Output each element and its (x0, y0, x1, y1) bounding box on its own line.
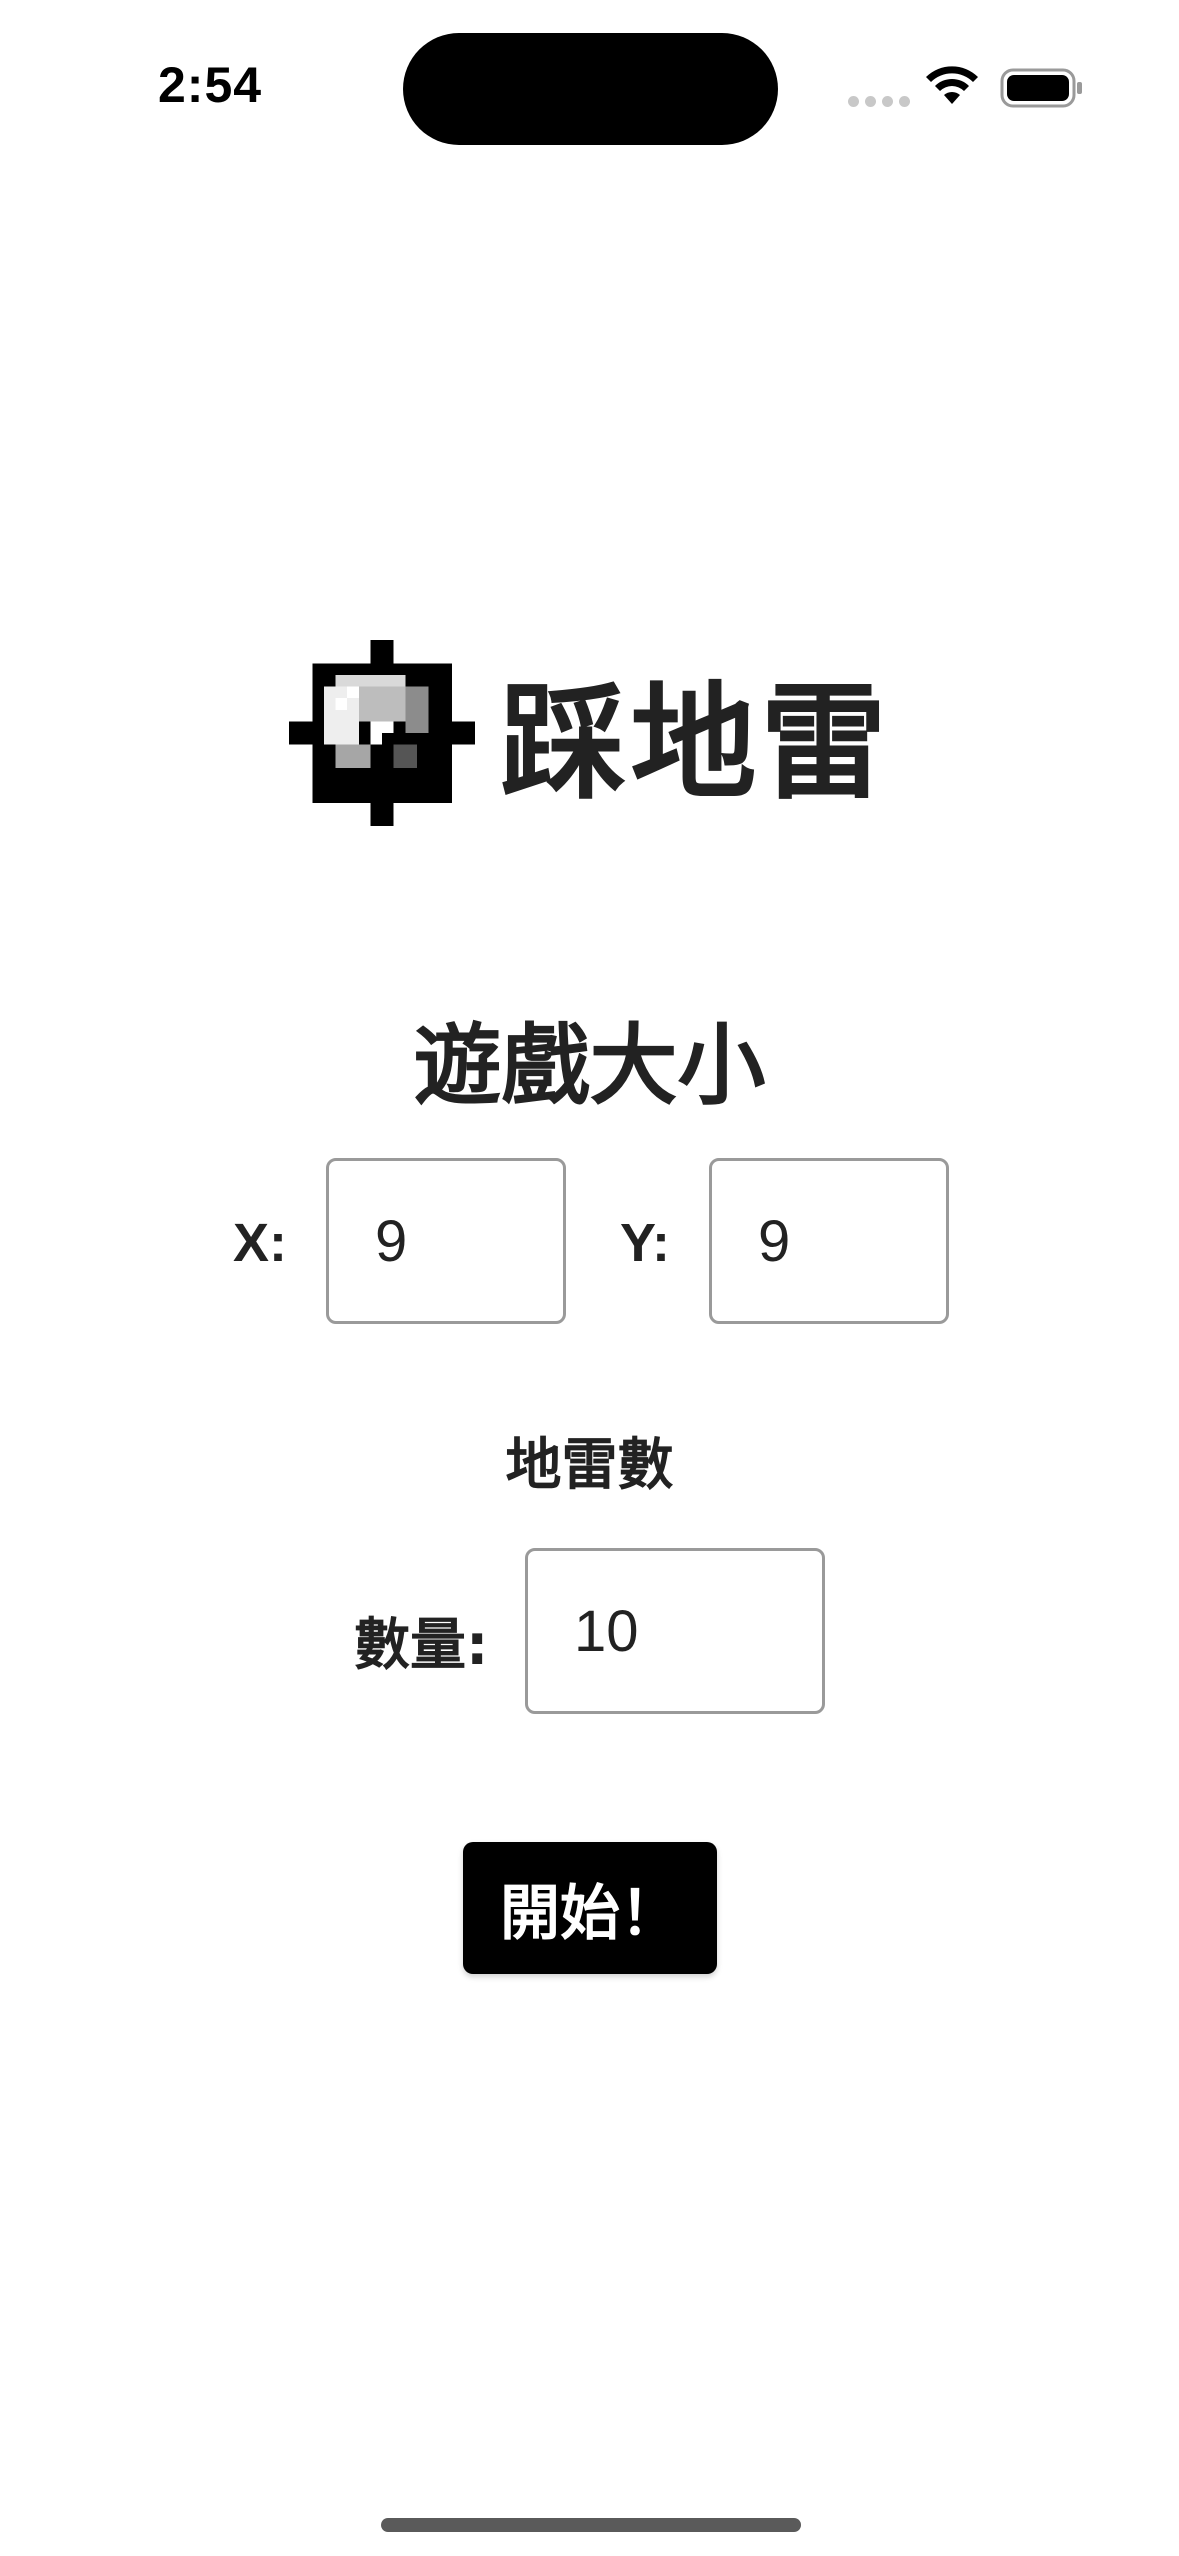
x-label: X: (233, 1213, 287, 1273)
mine-count-heading: 地雷數 (505, 1433, 674, 1498)
dynamic-island (403, 33, 778, 145)
board-size-heading: 遊戲大小 (413, 1014, 766, 1117)
mine-count-input[interactable] (525, 1548, 825, 1714)
y-label: Y: (620, 1213, 670, 1273)
start-button[interactable]: 開始！ (463, 1842, 717, 1974)
battery-icon (1000, 68, 1082, 108)
status-time: 2:54 (158, 57, 263, 113)
app-title: 踩地雷 (500, 670, 891, 817)
minesweeper-setup-screen: 2:54 踩地雷 遊戲大小 X: 9 Y: 9 地雷數 數量: 10 開始！ (0, 0, 1179, 2556)
title-row: 踩地雷 (0, 640, 1179, 826)
y-size-input[interactable] (709, 1158, 949, 1324)
mine-icon (288, 640, 475, 826)
x-size-input[interactable] (326, 1158, 566, 1324)
cellular-signal-icon (848, 96, 910, 107)
home-indicator[interactable] (381, 2518, 801, 2532)
wifi-icon (926, 66, 978, 104)
mine-count-label: 數量: (354, 1613, 489, 1678)
